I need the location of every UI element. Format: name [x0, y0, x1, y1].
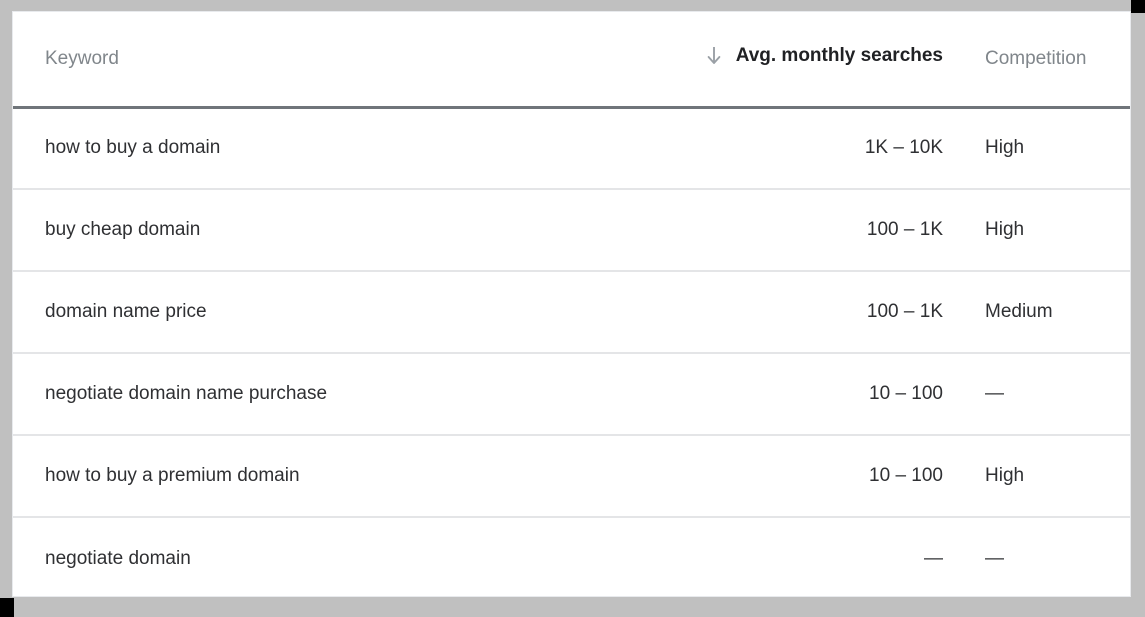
column-header-searches-inner: Avg. monthly searches [704, 45, 943, 67]
cell-avg-monthly-searches: 10 – 100 [703, 434, 973, 517]
column-header-keyword[interactable]: Keyword [13, 12, 703, 109]
cell-competition: High [985, 137, 1025, 159]
table-row[interactable]: how to buy a domain 1K – 10K High [13, 107, 1130, 189]
corner-mark-top-right [1131, 0, 1145, 13]
column-header-searches-label: Avg. monthly searches [735, 44, 943, 66]
cell-avg-monthly-searches: — [703, 516, 973, 596]
table-row[interactable]: domain name price 100 – 1K Medium [13, 270, 1130, 353]
cell-keyword: buy cheap domain [13, 188, 703, 271]
cell-avg-monthly-searches: 1K – 10K [864, 137, 943, 159]
cell-competition: High [973, 188, 1130, 271]
cell-keyword: negotiate domain name purchase [13, 352, 703, 435]
cell-keyword: how to buy a premium domain [13, 434, 703, 517]
table-row[interactable]: how to buy a premium domain 10 – 100 Hig… [13, 434, 1130, 517]
table-body: how to buy a domain 1K – 10K High buy ch… [13, 107, 1130, 596]
table-header: Keyword Avg. monthly searches Competitio… [13, 12, 1130, 109]
cell-competition: Medium [973, 270, 1130, 353]
column-header-avg-monthly-searches[interactable]: Avg. monthly searches [703, 12, 973, 109]
table-header-row: Keyword Avg. monthly searches Competitio… [13, 12, 1130, 109]
cell-keyword: negotiate domain [13, 516, 703, 596]
column-header-keyword-label: Keyword [45, 47, 119, 69]
cell-keyword: how to buy a domain [45, 137, 221, 159]
cell-competition: — [973, 352, 1130, 435]
table-row[interactable]: negotiate domain — — [13, 516, 1130, 596]
arrow-down-icon[interactable] [704, 45, 724, 67]
column-header-competition[interactable]: Competition [973, 12, 1130, 109]
table-row[interactable]: buy cheap domain 100 – 1K High [13, 188, 1130, 271]
keyword-results-card: Keyword Avg. monthly searches Competitio… [12, 11, 1131, 597]
cell-avg-monthly-searches: 100 – 1K [703, 270, 973, 353]
cell-keyword: domain name price [13, 270, 703, 353]
cell-competition: High [973, 434, 1130, 517]
column-header-competition-label: Competition [985, 47, 1087, 69]
cell-avg-monthly-searches: 10 – 100 [703, 352, 973, 435]
table-row[interactable]: negotiate domain name purchase 10 – 100 … [13, 352, 1130, 435]
keyword-ideas-table: Keyword Avg. monthly searches Competitio… [13, 12, 1130, 596]
corner-mark-bottom-left [0, 598, 14, 617]
cell-competition: — [973, 516, 1130, 596]
cell-avg-monthly-searches: 100 – 1K [703, 188, 973, 271]
